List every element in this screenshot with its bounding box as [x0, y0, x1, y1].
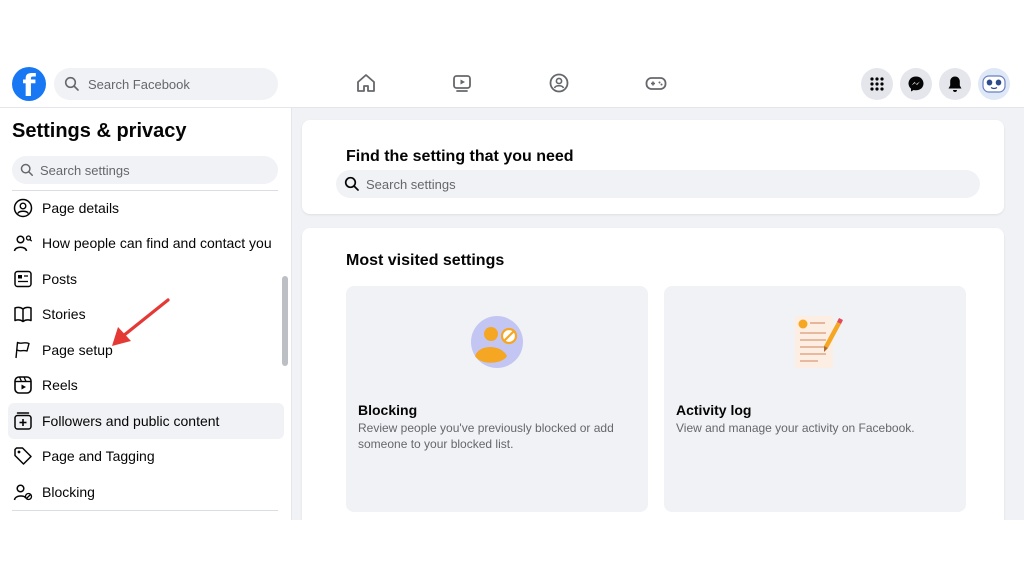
search-icon: [20, 163, 33, 176]
watch-icon[interactable]: [449, 70, 475, 96]
sidebar-search-box[interactable]: [12, 156, 278, 184]
flag-icon: [12, 339, 34, 361]
home-icon[interactable]: [353, 70, 379, 96]
sidebar-item-page-tagging[interactable]: Page and Tagging: [8, 439, 284, 475]
sidebar-item-label: How people can find and contact you: [42, 235, 272, 252]
activity-log-tile-description: View and manage your activity on Faceboo…: [676, 421, 915, 435]
most-visited-card: Most visited settings Blocking Review pe…: [302, 228, 1004, 520]
blocking-person-icon: [12, 481, 34, 503]
tag-icon: [12, 445, 34, 467]
user-circle-icon: [12, 197, 34, 219]
sidebar-item-page-setup[interactable]: Page setup: [8, 332, 284, 368]
blocking-tile-title: Blocking: [358, 402, 418, 418]
sidebar-item-label: Followers and public content: [42, 412, 220, 429]
activity-log-illustration: [795, 316, 843, 368]
bell-icon[interactable]: [939, 68, 971, 100]
search-settings-input[interactable]: [40, 162, 278, 178]
sidebar-scrollbar[interactable]: [282, 276, 288, 366]
posts-icon: [12, 268, 34, 290]
sidebar-item-label: Stories: [42, 306, 86, 323]
find-setting-input[interactable]: [366, 176, 980, 192]
sidebar-item-posts[interactable]: Posts: [8, 261, 284, 297]
sidebar-item-reels[interactable]: Reels: [8, 368, 284, 404]
sidebar-menu: Page details How people can find and con…: [8, 190, 284, 510]
reels-icon: [12, 374, 34, 396]
sidebar-item-label: Posts: [42, 270, 78, 287]
person-search-icon: [12, 232, 34, 254]
sidebar-item-label: Page details: [42, 199, 120, 216]
sidebar-item-label: Blocking: [42, 483, 95, 500]
top-bar: f: [0, 58, 1024, 108]
sidebar-title: Settings & privacy: [12, 120, 187, 142]
find-setting-card: Find the setting that you need: [302, 120, 1004, 214]
search-facebook-input[interactable]: [88, 76, 278, 92]
followers-icon: [12, 410, 34, 432]
facebook-window: f Settings & privacy: [0, 58, 1024, 520]
avatar[interactable]: [978, 68, 1010, 100]
activity-log-tile-title: Activity log: [676, 402, 752, 418]
blocking-tile-description: Review people you've previously blocked …: [358, 421, 614, 451]
activity-log-tile[interactable]: Activity log View and manage your activi…: [664, 286, 966, 512]
sidebar-item-label: Reels: [42, 377, 78, 394]
stories-icon: [12, 303, 34, 325]
blocking-illustration: [471, 316, 523, 368]
sidebar-item-blocking[interactable]: Blocking: [8, 474, 284, 510]
blocking-tile[interactable]: Blocking Review people you've previously…: [346, 286, 648, 512]
sidebar-item-label: Page and Tagging: [42, 448, 155, 465]
settings-sidebar: Settings & privacy Page details How peop…: [0, 108, 292, 520]
top-search-box[interactable]: [54, 68, 278, 100]
facebook-logo[interactable]: f: [12, 67, 46, 101]
menu-grid-icon[interactable]: [861, 68, 893, 100]
most-visited-heading: Most visited settings: [346, 252, 505, 269]
sidebar-divider-bottom: [12, 510, 278, 511]
gaming-icon[interactable]: [643, 70, 669, 96]
settings-main: Find the setting that you need Most visi…: [292, 108, 1024, 520]
sidebar-item-followers[interactable]: Followers and public content: [8, 403, 284, 439]
search-icon: [344, 176, 359, 191]
sidebar-item-find-contact[interactable]: How people can find and contact you: [8, 226, 284, 262]
sidebar-item-stories[interactable]: Stories: [8, 297, 284, 333]
messenger-icon[interactable]: [900, 68, 932, 100]
find-setting-heading: Find the setting that you need: [346, 148, 574, 165]
sidebar-item-page-details[interactable]: Page details: [8, 190, 284, 226]
sidebar-item-label: Page setup: [42, 341, 113, 358]
groups-icon[interactable]: [546, 70, 572, 96]
find-setting-search-box[interactable]: [336, 170, 980, 198]
search-icon: [64, 76, 79, 91]
